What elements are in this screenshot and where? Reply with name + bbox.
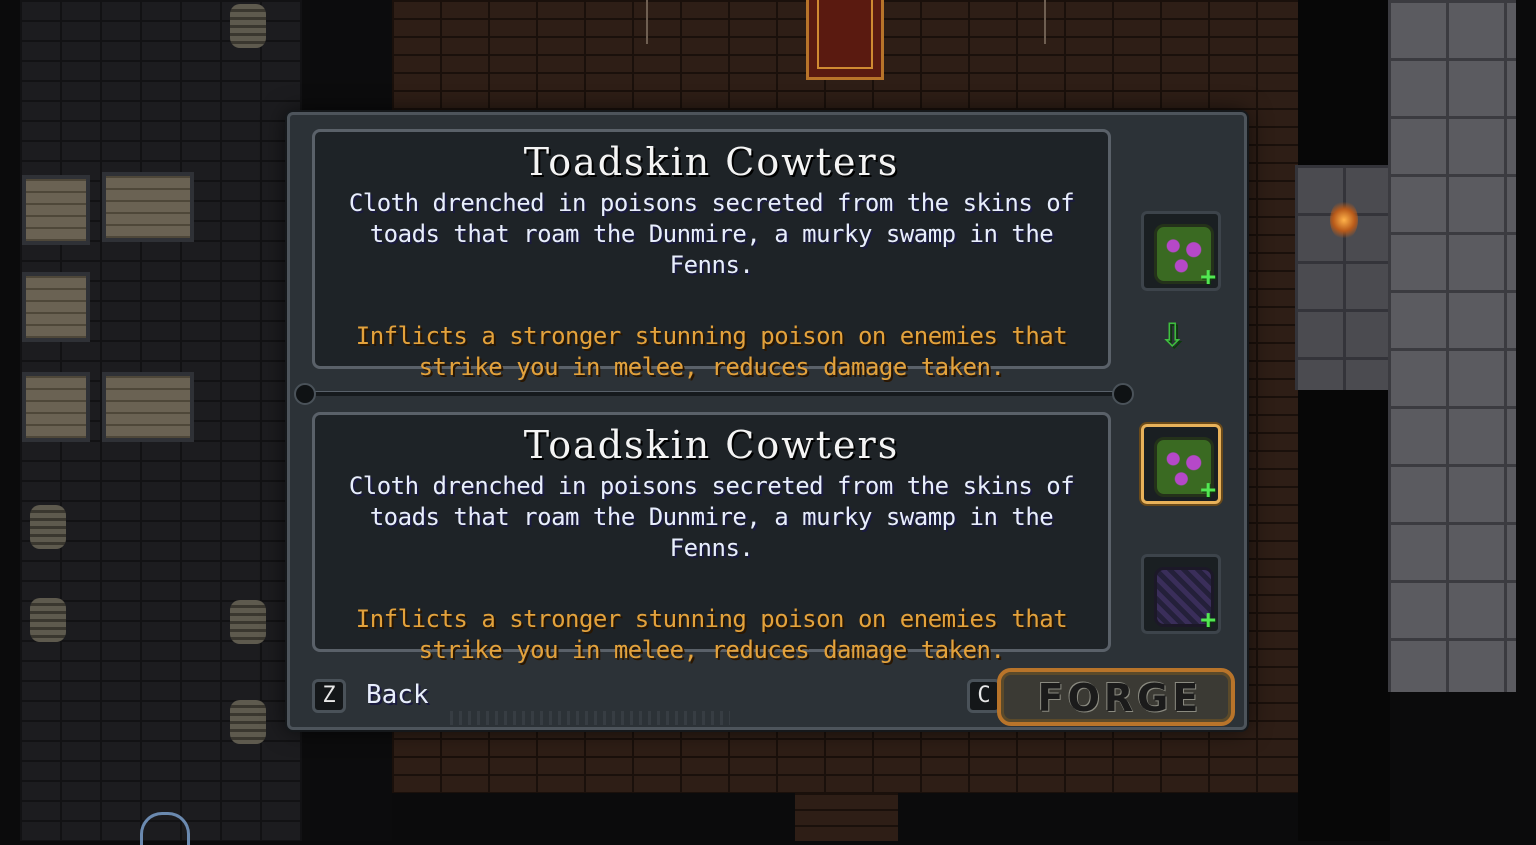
background-rug xyxy=(806,0,884,80)
new-item-effect: Inflicts a stronger stunning poison on e… xyxy=(355,605,1068,664)
divider-knob xyxy=(1112,383,1134,405)
divider xyxy=(304,391,1124,396)
back-key-hint[interactable]: Z xyxy=(312,679,346,713)
crate xyxy=(102,372,194,442)
background-stone-ledge xyxy=(1295,165,1390,390)
item-slot-selected[interactable]: + xyxy=(1141,424,1221,504)
crate xyxy=(22,175,90,245)
background-dark-passage xyxy=(1298,0,1390,841)
item-slot-current[interactable]: + xyxy=(1141,211,1221,291)
item-slot-alternate[interactable]: + xyxy=(1141,554,1221,634)
plus-icon: + xyxy=(1200,475,1216,505)
forge-button-label: FORGE xyxy=(1037,676,1203,720)
background-stone-wall xyxy=(1388,0,1516,692)
current-item-description: Cloth drenched in poisons secreted from … xyxy=(348,189,1075,279)
ghost-icon xyxy=(140,812,190,845)
current-item-effect: Inflicts a stronger stunning poison on e… xyxy=(355,322,1068,381)
new-item-name: Toadskin Cowters xyxy=(523,423,900,467)
crate xyxy=(102,172,194,242)
new-item-description: Cloth drenched in poisons secreted from … xyxy=(348,472,1075,562)
torch-icon xyxy=(1330,200,1358,240)
crate xyxy=(22,372,90,442)
plus-icon: + xyxy=(1200,605,1216,635)
barrel xyxy=(30,505,66,549)
barrel xyxy=(30,598,66,642)
plus-icon: + xyxy=(1200,262,1216,292)
forge-button[interactable]: FORGE xyxy=(997,668,1235,726)
current-item-card: Toadskin Cowters Cloth drenched in poiso… xyxy=(312,129,1111,381)
forge-compare-panel: Toadskin Cowters Cloth drenched in poiso… xyxy=(287,112,1247,730)
barrel xyxy=(230,600,266,644)
barrel xyxy=(230,4,266,48)
crate xyxy=(22,272,90,342)
background-corridor xyxy=(795,793,898,841)
down-arrow-icon: ⇩ xyxy=(1159,307,1186,358)
background-rope xyxy=(646,0,648,44)
decorative-grass xyxy=(450,711,730,725)
forge-key-hint[interactable]: C xyxy=(967,679,1001,713)
back-button[interactable]: Back xyxy=(366,678,429,712)
divider-knob xyxy=(294,383,316,405)
barrel xyxy=(230,700,266,744)
current-item-name: Toadskin Cowters xyxy=(523,140,900,184)
background-rope xyxy=(1044,0,1046,44)
new-item-card: Toadskin Cowters Cloth drenched in poiso… xyxy=(312,412,1111,664)
